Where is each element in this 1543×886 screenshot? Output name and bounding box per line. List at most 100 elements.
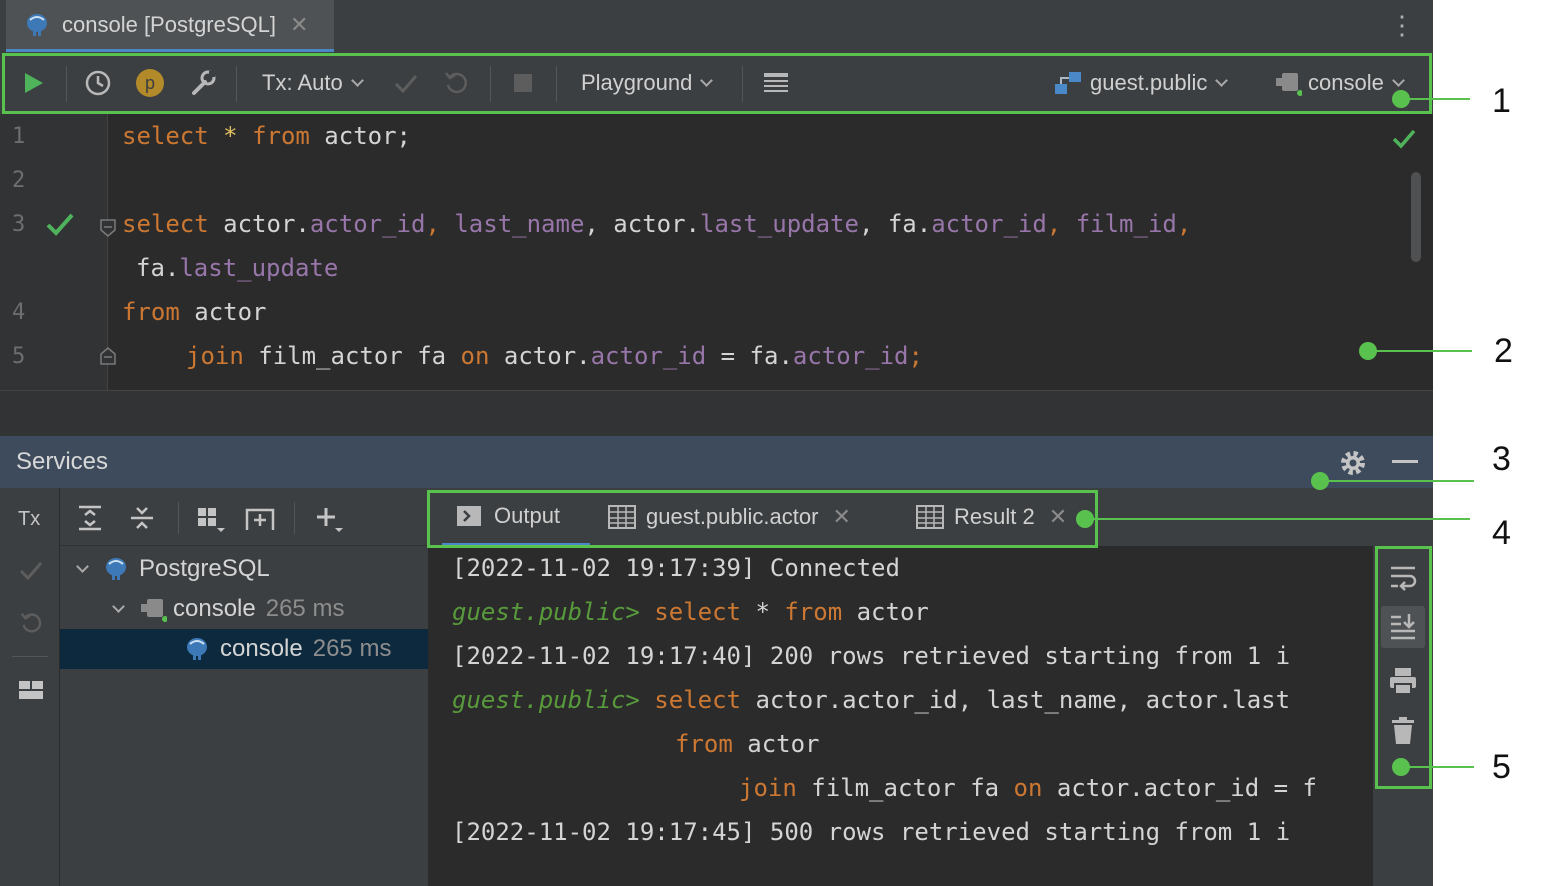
output-console[interactable]: [2022-11-02 19:17:39] Connected guest.pu…: [428, 546, 1373, 886]
keyword: join: [186, 342, 244, 370]
output-layout-button[interactable]: [762, 52, 790, 114]
tab-label: guest.public.actor: [646, 504, 819, 529]
strip-divider: [12, 656, 48, 657]
output-line: guest.public> select actor.actor_id, las…: [452, 686, 1290, 714]
fold-icon[interactable]: [99, 218, 117, 238]
new-tab-icon[interactable]: [244, 502, 276, 532]
keyword: select: [639, 598, 741, 626]
code-line: fa.last_update: [136, 254, 338, 282]
callout-leader: [1092, 518, 1470, 520]
code-text: ;: [908, 342, 923, 370]
session-selector[interactable]: console: [1274, 52, 1405, 114]
table-icon: [608, 505, 636, 529]
tab-label: Result 2: [954, 504, 1035, 529]
postgresql-elephant-icon: [187, 638, 207, 660]
tree-item-console[interactable]: console 265 ms: [60, 629, 428, 669]
tab-label: Output: [494, 502, 561, 528]
chevron-down-icon: [350, 74, 364, 87]
console-mode-dropdown[interactable]: Playground: [581, 52, 714, 114]
transaction-mode-dropdown[interactable]: Tx: Auto: [262, 52, 364, 114]
code-text: film_actor fa: [796, 774, 1014, 802]
gear-icon[interactable]: [1338, 448, 1368, 478]
scroll-to-end-button[interactable]: [1381, 606, 1425, 648]
tree-item-console-session[interactable]: console 265 ms: [60, 589, 428, 629]
field: actor_id: [309, 210, 426, 238]
undo-icon: [445, 72, 468, 94]
commit-icon[interactable]: [18, 558, 44, 582]
line-number: 4: [12, 300, 26, 325]
table-icon: [916, 505, 944, 529]
editor-scrollbar[interactable]: [1411, 172, 1421, 262]
code-line: from actor: [122, 298, 267, 326]
close-icon[interactable]: ✕: [290, 12, 308, 38]
more-options-icon[interactable]: ⋮: [1389, 12, 1415, 38]
rollback-button[interactable]: [442, 52, 470, 114]
tree-item-postgresql[interactable]: PostgreSQL: [60, 549, 428, 589]
settings-button[interactable]: [188, 52, 218, 114]
callout-number: 3: [1492, 440, 1511, 478]
close-icon[interactable]: ✕: [832, 504, 850, 530]
execute-button[interactable]: [20, 52, 46, 114]
output-line: guest.public> select * from actor: [452, 598, 929, 626]
session-icon: [1276, 73, 1302, 96]
minimize-icon[interactable]: [1392, 460, 1418, 463]
transaction-strip-label: Tx: [18, 508, 41, 530]
stop-button[interactable]: [511, 52, 535, 114]
output-line: [2022-11-02 19:17:45] 500 rows retrieved…: [452, 818, 1291, 846]
tab-output[interactable]: Output: [442, 488, 590, 546]
rollback-icon[interactable]: [18, 610, 44, 636]
callout-leader: [1408, 98, 1470, 100]
field: last_update: [700, 210, 859, 238]
console-prompt: guest.public>: [452, 686, 640, 714]
keyword: from: [252, 122, 310, 150]
table-view-icon: [764, 73, 788, 92]
code-text: actor.: [489, 342, 591, 370]
transaction-mode-label: Tx: Auto: [262, 70, 343, 95]
code-text: , fa.: [858, 210, 932, 238]
session-icon: [141, 599, 167, 622]
sql-editor[interactable]: 1 2 3 4 5 select * from actor; select ac…: [0, 114, 1433, 390]
commit-button[interactable]: [392, 52, 420, 114]
tree-item-duration: 265 ms: [312, 635, 392, 662]
expand-all-icon[interactable]: [76, 504, 104, 532]
toolbar-divider: [236, 66, 237, 102]
schema-label: guest.public: [1090, 70, 1208, 95]
schema-selector[interactable]: guest.public: [1054, 52, 1229, 114]
chevron-down-icon: [700, 74, 714, 87]
tab-guest-public-actor[interactable]: guest.public.actor ✕: [608, 488, 851, 546]
line-number: 1: [12, 124, 26, 149]
soft-wrap-icon[interactable]: [1388, 562, 1418, 592]
checkmark-icon: [394, 75, 418, 94]
layout-icon[interactable]: [18, 678, 44, 702]
inspection-ok-icon[interactable]: [1391, 126, 1417, 150]
profile-button[interactable]: p: [136, 52, 164, 114]
console-prompt: guest.public>: [452, 598, 640, 626]
fold-end-icon[interactable]: [99, 346, 117, 366]
console-mode-label: Playground: [581, 70, 693, 95]
collapse-all-icon[interactable]: [128, 504, 156, 532]
chevron-down-icon: [112, 599, 125, 613]
postgresql-elephant-icon: [27, 13, 47, 36]
code-text: actor: [842, 598, 929, 626]
tab-result-2[interactable]: Result 2 ✕: [916, 488, 1067, 546]
executed-checkmark-icon: [46, 213, 74, 236]
console-toolbar: p Tx: Auto Playground guest.public conso…: [0, 52, 1433, 114]
keyword: on: [460, 342, 490, 370]
trash-icon[interactable]: [1389, 716, 1417, 746]
code-text: = fa.: [706, 342, 793, 370]
clock-icon: [85, 70, 111, 96]
field: actor_id: [590, 342, 707, 370]
history-button[interactable]: [84, 52, 112, 114]
callout-leader: [1375, 350, 1472, 352]
tree-toolbar: [60, 488, 428, 546]
add-icon[interactable]: [314, 504, 344, 534]
close-icon[interactable]: ✕: [1049, 504, 1067, 530]
print-icon[interactable]: [1388, 666, 1418, 696]
services-left-toolbar: Tx: [0, 488, 60, 886]
toolbar-divider: [742, 66, 743, 102]
group-by-icon[interactable]: [196, 504, 226, 534]
keyword: on: [1013, 774, 1043, 802]
transaction-button[interactable]: Tx: [18, 508, 40, 531]
field: actor_id: [931, 210, 1047, 238]
editor-tab-console[interactable]: console [PostgreSQL] ✕: [6, 0, 334, 52]
